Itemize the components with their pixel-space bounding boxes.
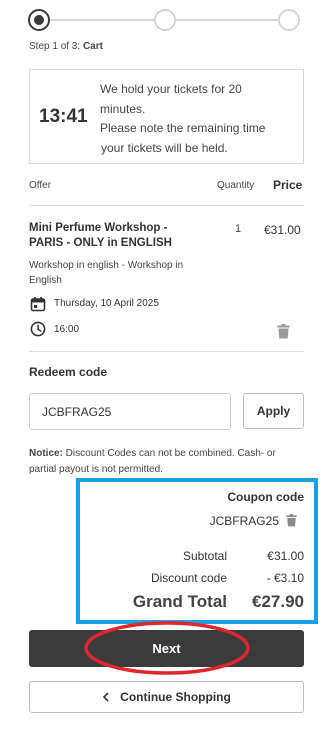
divider <box>29 205 304 206</box>
discount-value: - €3.10 <box>266 571 304 585</box>
step-2-indicator <box>154 9 176 31</box>
trash-icon[interactable] <box>277 324 290 339</box>
next-highlight-ellipse <box>84 621 250 675</box>
step-label-current: Cart <box>82 41 103 52</box>
column-quantity: Quantity <box>217 180 255 191</box>
item-time: 16:00 <box>54 324 80 335</box>
item-description-line2: English <box>29 275 62 286</box>
apply-button[interactable]: Apply <box>243 393 304 429</box>
notice-label: Notice: <box>29 448 63 459</box>
item-price: €31.00 <box>264 223 301 237</box>
grand-total-value: €27.90 <box>252 592 304 611</box>
grand-total-label: Grand Total <box>132 592 227 611</box>
item-description-line1: Workshop in english - Workshop in <box>29 260 184 271</box>
item-date: Thursday, 10 April 2025 <box>54 298 159 309</box>
item-description: Workshop in english - Workshop in Englis… <box>29 258 183 288</box>
step-connector-2 <box>176 19 278 21</box>
step-connector-1 <box>50 19 154 21</box>
checkout-stepper <box>28 9 304 33</box>
item-quantity: 1 <box>235 223 242 235</box>
chevron-left-icon <box>102 692 110 702</box>
timer-message-line4: your tickets will be held. <box>101 140 228 155</box>
continue-shopping-label: Continue Shopping <box>120 690 231 704</box>
timer-message-line3: Please note the remaining time <box>100 121 266 135</box>
step-label: Step 1 of 3: Cart <box>29 41 103 52</box>
redeem-code-label: Redeem code <box>29 365 108 379</box>
item-title-line2: PARIS - ONLY in ENGLISH <box>29 237 172 249</box>
step-1-indicator <box>28 9 50 31</box>
discount-label: Discount code <box>150 571 227 585</box>
timer-message-line1: We hold your tickets for 20 <box>100 82 242 96</box>
timer-message-line2: minutes. <box>100 101 146 116</box>
step-label-prefix: Step 1 of 3: <box>29 41 81 52</box>
column-price: Price <box>273 178 303 192</box>
step-1-dot <box>34 15 44 25</box>
notice-line1: Notice: Discount Codes can not be combin… <box>29 446 319 462</box>
item-title: Mini Perfume Workshop - PARIS - ONLY in … <box>29 221 172 251</box>
continue-shopping-button[interactable]: Continue Shopping <box>29 681 304 713</box>
item-title-line1: Mini Perfume Workshop - <box>29 222 168 234</box>
trash-icon[interactable] <box>286 514 297 527</box>
clock-icon <box>30 321 46 337</box>
coupon-code-value: JCBFRAG25 <box>209 514 279 528</box>
subtotal-label: Subtotal <box>182 549 227 563</box>
divider <box>29 351 304 352</box>
subtotal-value: €31.00 <box>267 549 304 563</box>
step-3-indicator <box>278 9 300 31</box>
redeem-code-input[interactable]: JCBFRAG25 <box>29 393 231 430</box>
notice-text-line1: Discount Codes can not be combined. Cash… <box>62 448 276 459</box>
notice-text: Notice: Discount Codes can not be combin… <box>29 446 319 478</box>
column-offer: Offer <box>29 180 52 191</box>
notice-text-line2: partial payout is not permitted. <box>29 464 163 475</box>
coupon-code-label: Coupon code <box>227 490 304 504</box>
calendar-icon <box>30 296 46 312</box>
timer-message: We hold your tickets for 20 minutes. Ple… <box>100 80 265 158</box>
timer-countdown: 13:41 <box>39 106 88 127</box>
reservation-timer-box: 13:41 We hold your tickets for 20 minute… <box>29 69 304 164</box>
